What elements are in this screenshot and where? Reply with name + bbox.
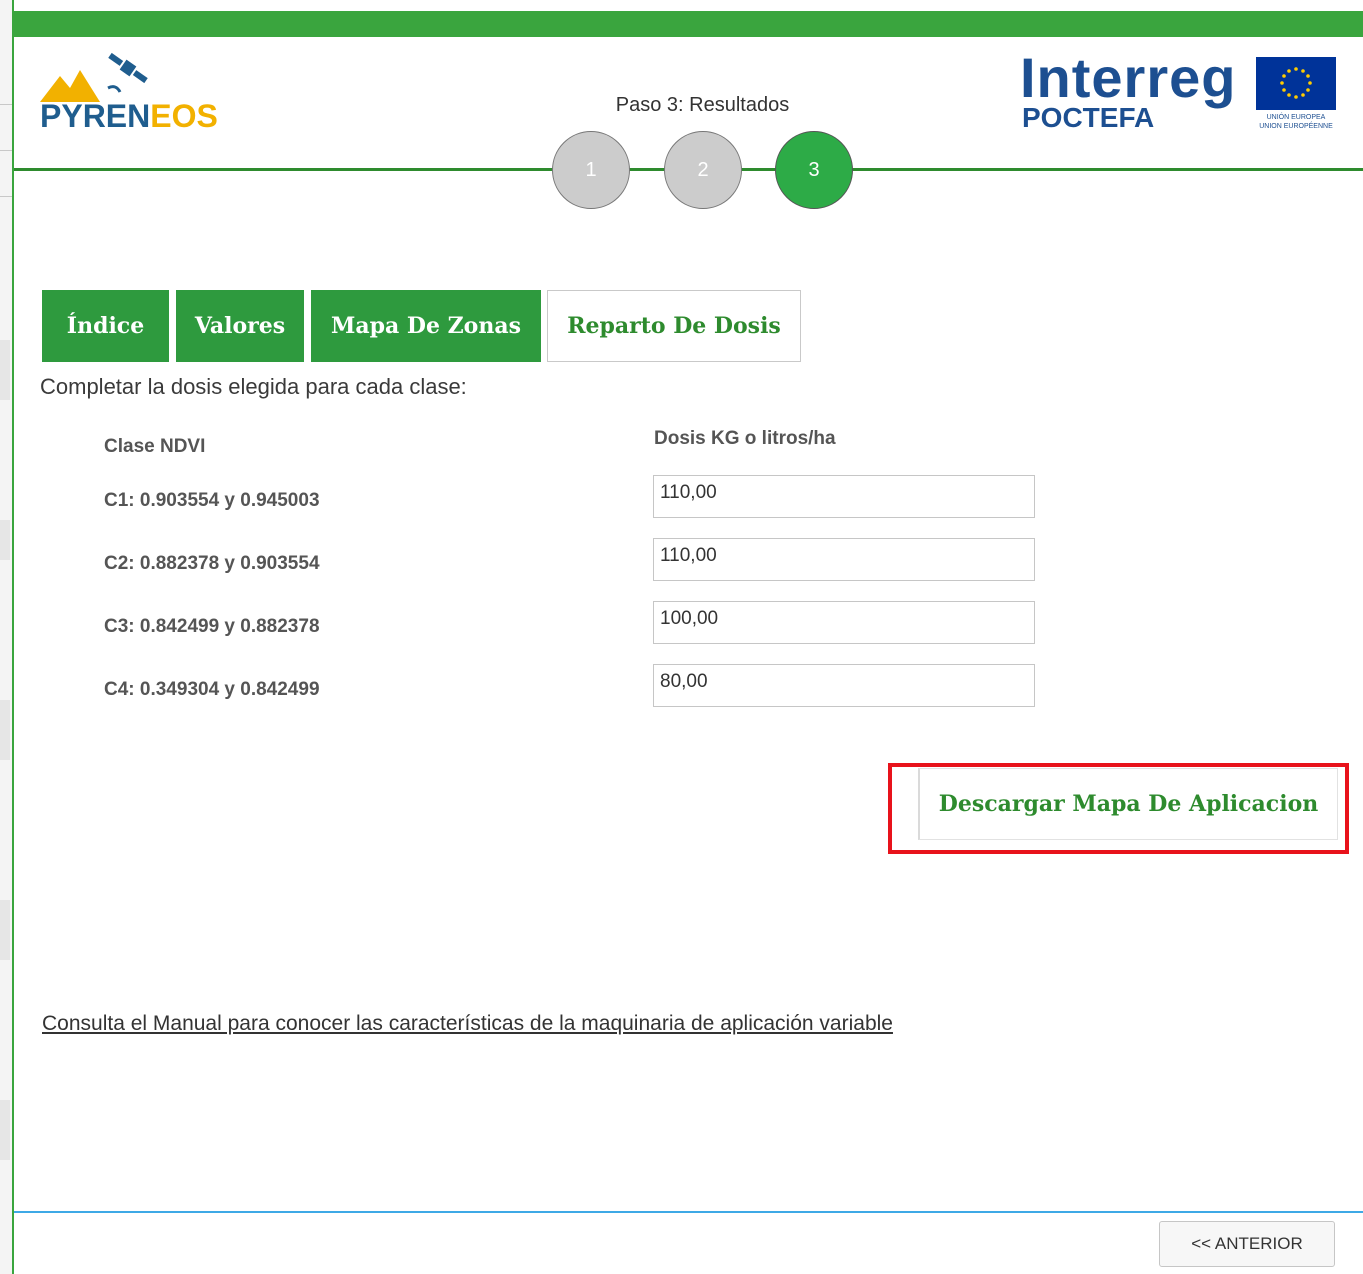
strip-tick — [0, 150, 12, 151]
strip-block — [0, 340, 10, 400]
eu-stars-icon — [1280, 67, 1312, 99]
class-label-c4: C4: 0.349304 y 0.842499 — [104, 679, 320, 700]
step-title: Paso 3: Resultados — [615, 94, 790, 116]
left-border-line — [12, 0, 14, 1274]
manual-link[interactable]: Consulta el Manual para conocer las cara… — [42, 1012, 893, 1036]
strip-block — [0, 700, 10, 760]
step-3-label: 3 — [808, 158, 820, 181]
tab-valores[interactable]: Valores — [176, 290, 304, 362]
class-label-c1: C1: 0.903554 y 0.945003 — [104, 490, 320, 511]
logo-part1: PYREN — [40, 98, 151, 134]
column-header-class: Clase NDVI — [104, 436, 206, 457]
previous-button[interactable]: << ANTERIOR — [1159, 1221, 1335, 1267]
browser-left-strip — [0, 0, 14, 1274]
strip-tick — [0, 196, 12, 197]
step-3-circle[interactable]: 3 — [775, 131, 853, 209]
step-2-circle[interactable]: 2 — [664, 131, 742, 209]
strip-block — [0, 520, 10, 560]
dose-input-c4[interactable]: 80,00 — [653, 664, 1035, 707]
dose-input-c1[interactable]: 110,00 — [653, 475, 1035, 518]
step-1-label: 1 — [585, 158, 597, 181]
poctefa-word: POCTEFA — [1022, 102, 1155, 133]
footer-divider — [14, 1211, 1363, 1213]
eu-caption-line-2: UNION EUROPÉENNE — [1259, 123, 1333, 130]
column-header-dose: Dosis KG o litros/ha — [654, 428, 836, 449]
logo-part2: EOS — [150, 98, 218, 134]
step-1-circle[interactable]: 1 — [552, 131, 630, 209]
top-green-bar — [14, 11, 1363, 37]
dose-instruction: Completar la dosis elegida para cada cla… — [40, 374, 467, 399]
dose-input-c3[interactable]: 100,00 — [653, 601, 1035, 644]
eu-flag-icon — [1256, 57, 1336, 110]
highlight-box — [888, 763, 1349, 854]
strip-tick — [0, 104, 12, 105]
dose-input-c2[interactable]: 110,00 — [653, 538, 1035, 581]
strip-block — [0, 1100, 10, 1160]
tab-indice[interactable]: Índice — [42, 290, 169, 362]
interreg-word: Interreg — [1020, 46, 1237, 109]
tab-reparto-de-dosis[interactable]: Reparto De Dosis — [547, 290, 801, 362]
pyreneos-wordmark: PYRENEOS — [40, 98, 218, 134]
strip-block — [0, 900, 10, 960]
eu-caption: UNIÓN EUROPEA UNION EUROPÉENNE — [1246, 113, 1346, 131]
eu-caption-line-1: UNIÓN EUROPEA — [1266, 114, 1326, 121]
class-label-c3: C3: 0.842499 y 0.882378 — [104, 616, 320, 637]
class-label-c2: C2: 0.882378 y 0.903554 — [104, 553, 320, 574]
tab-mapa-de-zonas[interactable]: Mapa De Zonas — [311, 290, 541, 362]
step-2-label: 2 — [697, 158, 709, 181]
